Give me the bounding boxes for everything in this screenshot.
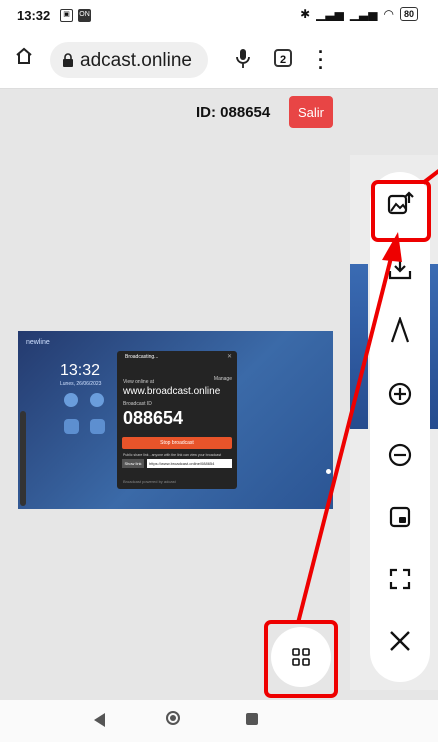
pip-icon	[389, 506, 411, 528]
status-time: 13:32	[17, 8, 51, 23]
dialog-footer: Broadcast powered by adcast	[123, 479, 176, 484]
zoom-in-icon	[388, 382, 412, 406]
public-share-text: Public share link - anyone with the link…	[123, 453, 222, 457]
exit-button[interactable]: Salir	[289, 96, 333, 128]
manage-link: Manage	[213, 376, 232, 382]
shared-screen-preview: newline 13:32 Lunes, 26/06/2023 Broadcas…	[18, 331, 333, 509]
signal-icon-2: ▁▃▅	[349, 7, 378, 21]
download-icon	[388, 259, 412, 280]
bluetooth-icon: ✱	[300, 7, 311, 21]
recents-icon[interactable]	[246, 713, 258, 725]
fullscreen-icon	[389, 568, 411, 590]
session-id: ID: 088654	[196, 104, 271, 121]
status-bar: 13:32 ▣ ON ✱ ▁▃▅ ▁▃▅ ◠ 80	[0, 0, 438, 32]
battery-icon: 80	[399, 7, 418, 21]
annotate-icon	[390, 317, 410, 343]
preview-app-icon	[64, 419, 79, 434]
broadcast-code: 088654	[123, 408, 184, 428]
back-icon[interactable]	[94, 713, 105, 727]
share-link: https://www.broadcast.online/088654	[147, 459, 232, 468]
address-bar[interactable]: adcast.online	[50, 42, 208, 78]
status-icons: ✱ ▁▃▅ ▁▃▅ ◠ 80	[300, 7, 418, 21]
view-online-label: View online at	[123, 379, 155, 385]
close-icon	[390, 631, 410, 651]
home-nav-icon[interactable]	[166, 711, 180, 725]
preview-app-icon	[90, 393, 104, 407]
annotate-button[interactable]	[385, 315, 415, 345]
pip-button[interactable]	[385, 502, 415, 532]
app-notification-icon: ON	[78, 9, 91, 22]
preview-edge-right	[430, 264, 438, 429]
broadcast-id-label: Broadcast ID	[123, 401, 152, 407]
preview-date: Lunes, 26/06/2023	[60, 381, 102, 387]
broadcast-dialog: Broadcasting... ✕ View online at Manage …	[117, 351, 237, 489]
zoom-out-icon	[388, 443, 412, 467]
wifi-icon: ◠	[383, 7, 394, 21]
zoom-in-button[interactable]	[385, 379, 415, 409]
preview-indicator-dot	[326, 469, 331, 474]
fullscreen-button[interactable]	[385, 564, 415, 594]
close-button[interactable]	[385, 626, 415, 656]
highlight-box-image-upload	[371, 180, 431, 242]
browser-toolbar: adcast.online 2 · · ·	[0, 32, 438, 89]
stop-broadcast-button: Stop broadcast	[122, 437, 232, 449]
microphone-icon[interactable]	[236, 48, 250, 70]
show-link-button: Show link	[122, 459, 144, 468]
dialog-close-icon: ✕	[226, 354, 232, 360]
preview-side-bar	[20, 411, 26, 506]
url-text: adcast.online	[80, 50, 192, 71]
preview-app-icon	[90, 419, 105, 434]
tab-switcher-button[interactable]: 2	[274, 49, 292, 67]
highlight-box-fab	[264, 620, 338, 698]
download-button[interactable]	[385, 254, 415, 284]
preview-edge-left	[350, 264, 368, 429]
menu-icon[interactable]: · · ·	[316, 43, 326, 77]
preview-brand: newline	[26, 339, 50, 346]
system-nav-bar	[0, 700, 438, 742]
lock-icon	[63, 53, 73, 67]
preview-time: 13:32	[60, 362, 101, 379]
signal-icon: ▁▃▅	[316, 7, 344, 21]
zoom-out-button[interactable]	[385, 440, 415, 470]
home-icon[interactable]	[14, 46, 34, 66]
screenshot-notification-icon: ▣	[60, 9, 73, 22]
broadcast-site: www.broadcast.online	[123, 386, 221, 397]
dialog-title: Broadcasting...	[125, 354, 159, 360]
floating-toolbar	[370, 172, 430, 682]
preview-app-icon	[64, 393, 78, 407]
